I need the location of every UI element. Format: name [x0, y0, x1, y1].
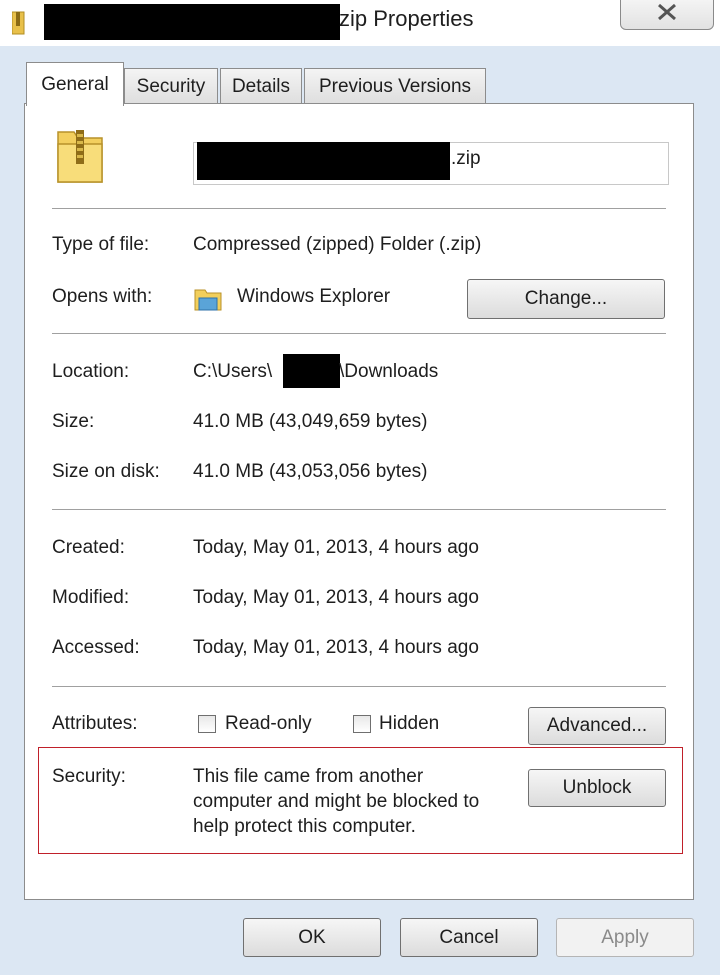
separator	[52, 333, 666, 334]
location-label: Location:	[52, 361, 130, 382]
attributes-label: Attributes:	[52, 713, 138, 734]
modified-label: Modified:	[52, 587, 130, 608]
readonly-checkbox[interactable]	[198, 715, 216, 733]
separator	[52, 208, 666, 209]
size-on-disk-value: 41.0 MB (43,053,056 bytes)	[193, 461, 428, 482]
security-label: Security:	[52, 766, 126, 787]
close-icon	[658, 3, 676, 21]
location-prefix: C:\Users\	[193, 361, 273, 382]
separator	[52, 686, 666, 687]
tab-security[interactable]: Security	[124, 68, 218, 104]
advanced-button[interactable]: Advanced...	[528, 707, 666, 745]
location-suffix: \Downloads	[339, 361, 439, 382]
window-title: zip Properties	[339, 6, 474, 31]
security-message-line1: This file came from another	[193, 766, 424, 787]
readonly-label[interactable]: Read-only	[225, 713, 312, 735]
size-on-disk-label: Size on disk:	[52, 461, 160, 482]
hidden-checkbox[interactable]	[353, 715, 371, 733]
security-message-line2: computer and might be blocked to	[193, 791, 480, 812]
type-label: Type of file:	[52, 234, 150, 255]
created-value: Today, May 01, 2013, 4 hours ago	[193, 537, 479, 558]
type-value: Compressed (zipped) Folder (.zip)	[193, 234, 482, 255]
opens-with-value: Windows Explorer	[237, 286, 391, 307]
cancel-button[interactable]: Cancel	[400, 918, 538, 957]
redacted-username	[283, 354, 340, 388]
tab-details[interactable]: Details	[220, 68, 302, 104]
tab-previous-versions[interactable]: Previous Versions	[304, 68, 486, 104]
close-button[interactable]	[620, 0, 714, 30]
security-message-line3: help protect this computer.	[193, 816, 416, 837]
ok-button[interactable]: OK	[243, 918, 381, 957]
redacted-name	[197, 142, 450, 180]
accessed-value: Today, May 01, 2013, 4 hours ago	[193, 637, 479, 658]
unblock-button[interactable]: Unblock	[528, 769, 666, 807]
modified-value: Today, May 01, 2013, 4 hours ago	[193, 587, 479, 608]
size-label: Size:	[52, 411, 95, 432]
accessed-label: Accessed:	[52, 637, 140, 658]
created-label: Created:	[52, 537, 125, 558]
windows-explorer-icon	[193, 284, 223, 319]
apply-button[interactable]: Apply	[556, 918, 694, 957]
redacted-filename	[44, 4, 340, 40]
filename-extension: .zip	[451, 148, 481, 169]
hidden-label[interactable]: Hidden	[379, 713, 439, 735]
opens-with-label: Opens with:	[52, 286, 153, 307]
zip-folder-icon	[52, 124, 108, 191]
tab-general[interactable]: General	[26, 62, 124, 106]
size-value: 41.0 MB (43,049,659 bytes)	[193, 411, 428, 432]
separator	[52, 509, 666, 510]
change-button[interactable]: Change...	[467, 279, 665, 319]
title-zip-icon	[11, 8, 26, 36]
